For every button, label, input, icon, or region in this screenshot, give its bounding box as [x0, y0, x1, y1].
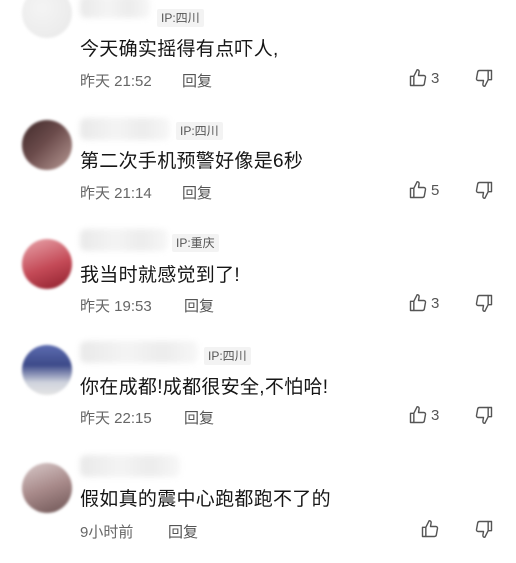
comment-text: 你在成都!成都很安全,不怕哈! — [80, 377, 329, 398]
thumbs-down-icon — [474, 519, 494, 539]
comment-item: IP:四川 你在成都!成都很安全,不怕哈! 昨天 22:15 回复 3 — [0, 337, 516, 449]
dislike-button[interactable] — [474, 519, 494, 539]
comment-text: 假如真的震中心跑都跑不了的 — [80, 489, 331, 510]
like-button[interactable]: 3 — [408, 293, 439, 313]
like-button[interactable]: 3 — [408, 68, 439, 88]
avatar[interactable] — [22, 239, 72, 289]
comment-time: 9小时前 — [80, 524, 134, 541]
thumbs-down-icon — [474, 180, 494, 200]
ip-location-tag: IP:重庆 — [172, 234, 219, 252]
like-button[interactable]: 3 — [408, 405, 439, 425]
ip-location-tag: IP:四川 — [204, 347, 251, 365]
comment-item: IP:重庆 我当时就感觉到了! 昨天 19:53 回复 3 — [0, 225, 516, 337]
reply-button[interactable]: 回复 — [184, 295, 214, 316]
dislike-button[interactable] — [474, 68, 494, 88]
ip-location-tag: IP:四川 — [157, 9, 204, 27]
comment-time: 昨天 21:14 — [80, 185, 152, 202]
thumbs-up-icon — [408, 68, 428, 88]
username[interactable] — [80, 229, 168, 251]
thumbs-up-icon — [408, 180, 428, 200]
thumbs-up-icon — [408, 293, 428, 313]
thumbs-down-icon — [474, 293, 494, 313]
comment-time: 昨天 22:15 — [80, 410, 152, 427]
username[interactable] — [80, 341, 198, 363]
comment-time: 昨天 19:53 — [80, 298, 152, 315]
avatar[interactable] — [22, 463, 72, 513]
thumbs-down-icon — [474, 68, 494, 88]
reply-button[interactable]: 回复 — [182, 70, 212, 91]
reply-button[interactable]: 回复 — [182, 182, 212, 203]
like-button[interactable] — [420, 519, 443, 539]
comment-text: 第二次手机预警好像是6秒 — [80, 151, 304, 172]
reply-button[interactable]: 回复 — [168, 521, 198, 542]
comment-text: 我当时就感觉到了! — [80, 265, 240, 286]
comment-item: 假如真的震中心跑都跑不了的 9小时前 回复 — [0, 451, 516, 563]
dislike-button[interactable] — [474, 180, 494, 200]
avatar[interactable] — [22, 345, 72, 395]
username[interactable] — [80, 118, 170, 140]
comment-item: IP:四川 第二次手机预警好像是6秒 昨天 21:14 回复 5 — [0, 112, 516, 224]
reply-button[interactable]: 回复 — [184, 407, 214, 428]
ip-location-tag: IP:四川 — [176, 122, 223, 140]
username[interactable] — [80, 455, 180, 477]
like-button[interactable]: 5 — [408, 180, 439, 200]
like-count: 3 — [431, 406, 440, 424]
like-count: 3 — [431, 69, 440, 87]
thumbs-up-icon — [408, 405, 428, 425]
thumbs-down-icon — [474, 405, 494, 425]
comment-item: IP:四川 今天确实摇得有点吓人, 昨天 21:52 回复 3 — [0, 0, 516, 112]
avatar[interactable] — [22, 0, 72, 38]
like-count: 5 — [431, 181, 440, 199]
dislike-button[interactable] — [474, 293, 494, 313]
like-count: 3 — [431, 294, 440, 312]
dislike-button[interactable] — [474, 405, 494, 425]
comment-text: 今天确实摇得有点吓人, — [80, 39, 279, 60]
avatar[interactable] — [22, 120, 72, 170]
comment-time: 昨天 21:52 — [80, 73, 152, 90]
username[interactable] — [80, 0, 150, 18]
thumbs-up-icon — [420, 519, 440, 539]
